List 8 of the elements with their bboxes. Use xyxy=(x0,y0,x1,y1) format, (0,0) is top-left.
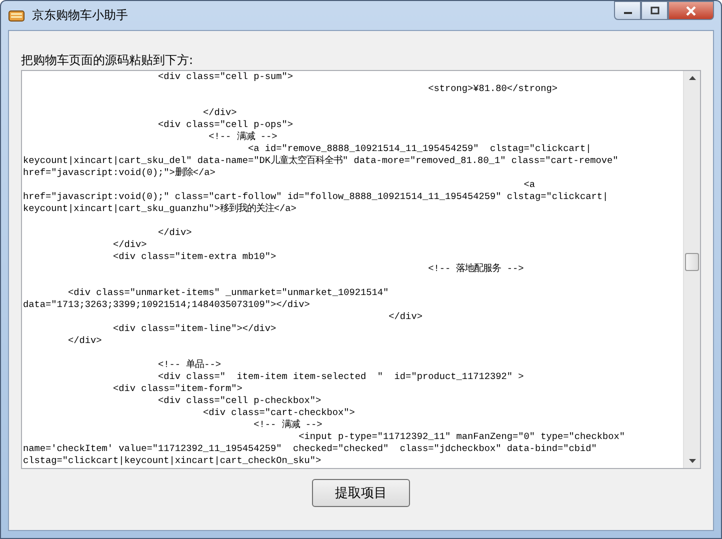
instruction-label: 把购物车页面的源码粘贴到下方: xyxy=(21,53,194,67)
extract-button[interactable]: 提取项目 xyxy=(312,479,410,507)
window-title: 京东购物车小助手 xyxy=(32,7,128,24)
maximize-icon xyxy=(650,6,660,15)
minimize-button[interactable] xyxy=(614,1,641,20)
close-button[interactable] xyxy=(668,1,714,20)
maximize-button[interactable] xyxy=(641,1,668,20)
close-icon xyxy=(685,6,697,16)
